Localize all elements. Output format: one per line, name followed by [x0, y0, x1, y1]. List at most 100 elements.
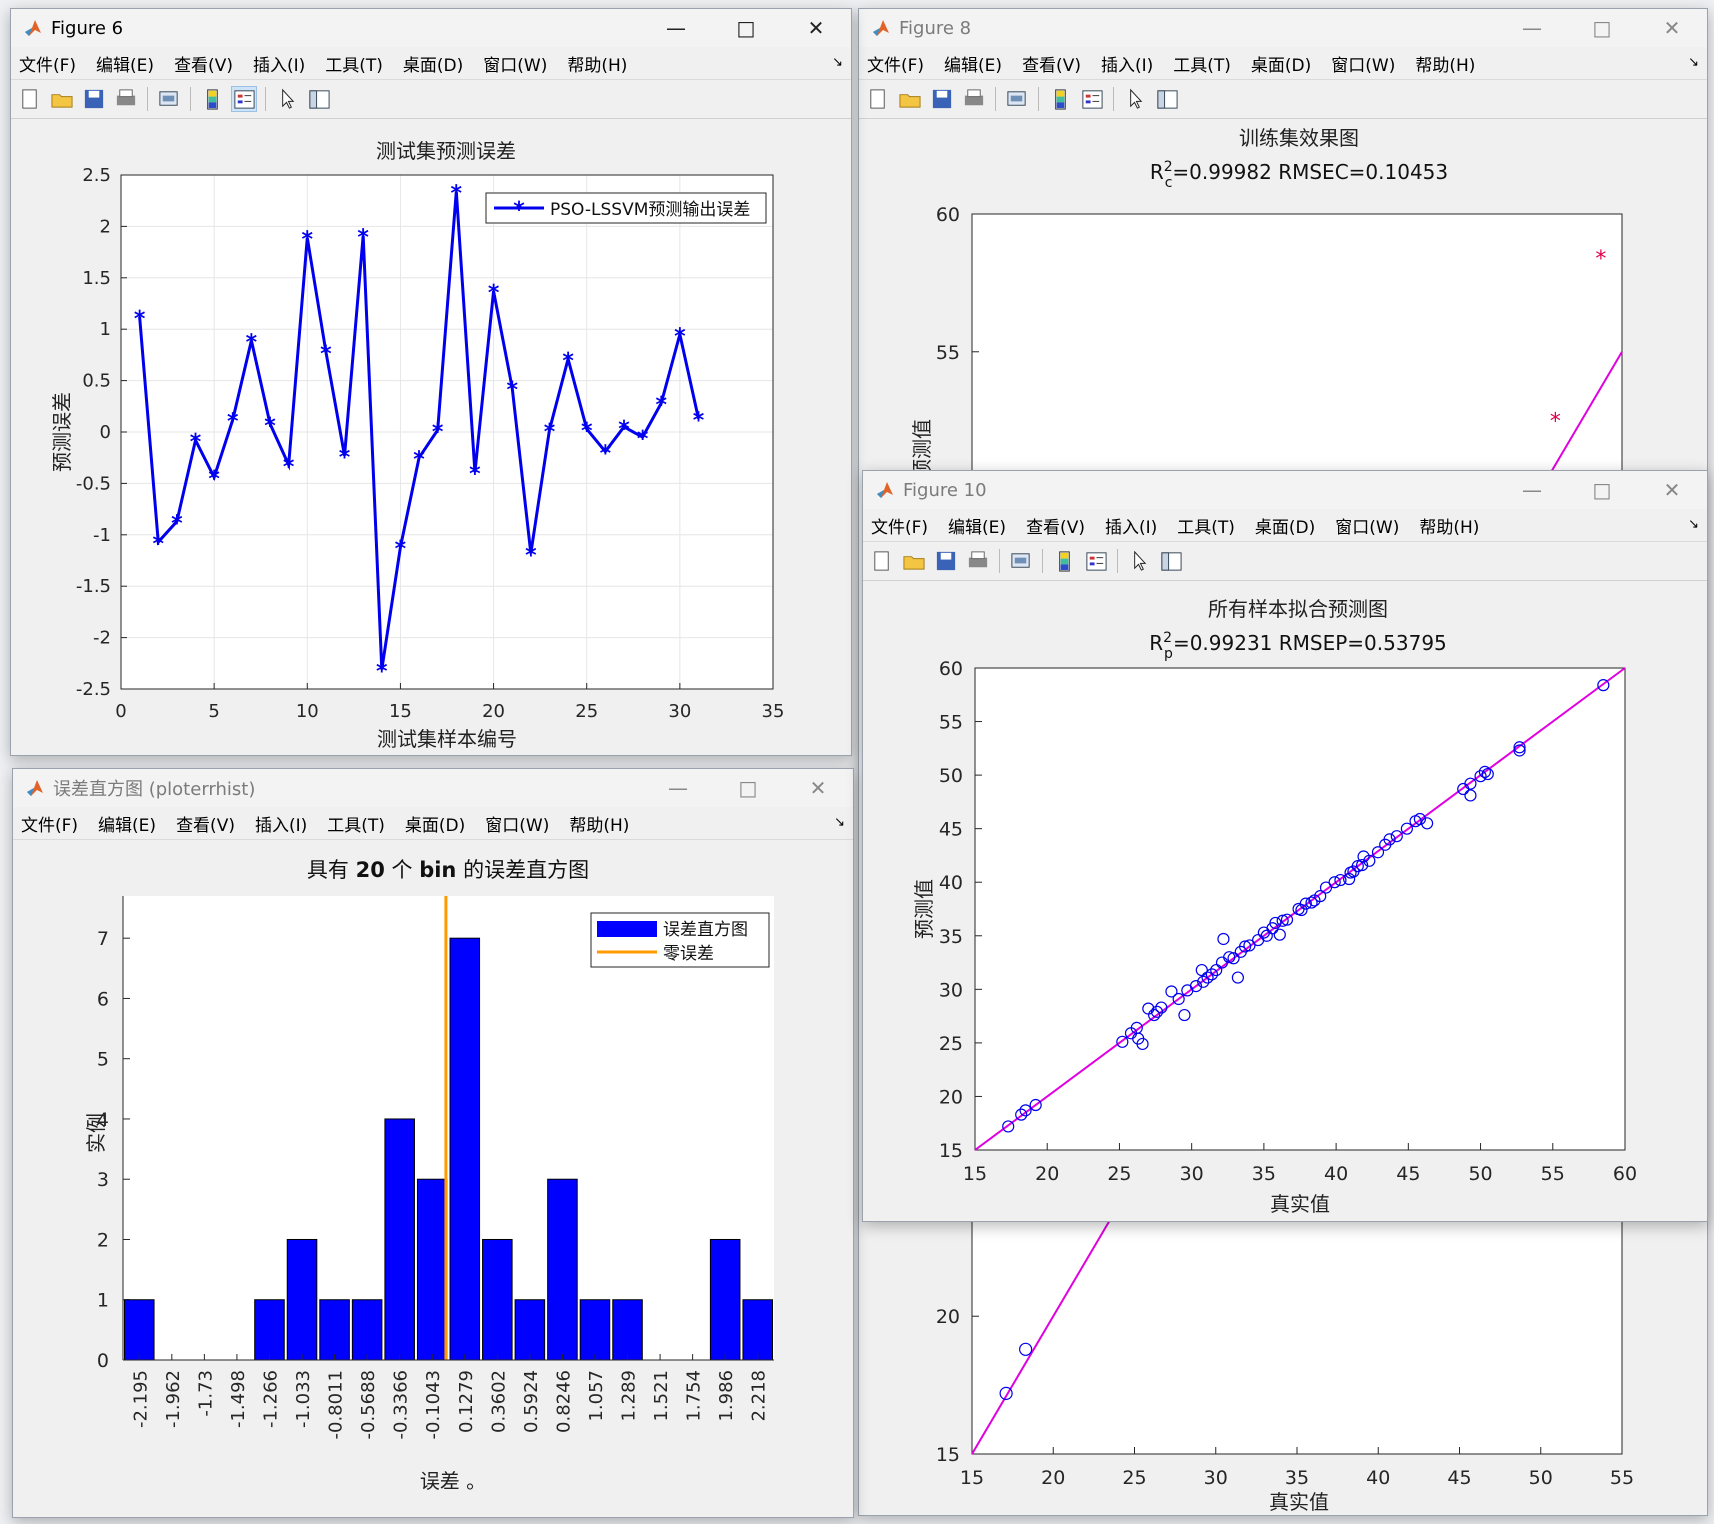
- menu-file[interactable]: 文件(F): [867, 51, 924, 76]
- close-button[interactable]: ✕: [783, 769, 853, 807]
- menu-insert[interactable]: 插入(I): [253, 51, 305, 76]
- menu-file[interactable]: 文件(F): [19, 51, 76, 76]
- menu-view[interactable]: 查看(V): [1026, 513, 1085, 538]
- minimize-button[interactable]: —: [1497, 471, 1567, 509]
- menu-view[interactable]: 查看(V): [176, 811, 235, 836]
- pointer-icon: [282, 88, 295, 109]
- minimize-button[interactable]: —: [643, 769, 713, 807]
- close-button[interactable]: ✕: [781, 9, 851, 47]
- menu-window[interactable]: 窗口(W): [483, 51, 547, 76]
- open-folder-button[interactable]: [897, 86, 923, 112]
- x-tick-label: 55: [1541, 1163, 1565, 1185]
- error-histogram-chart: 具有 20 个 bin 的误差直方图 76543210-2.195 -1.962-…: [84, 858, 774, 1493]
- histogram-titlebar[interactable]: 误差直方图 (ploterrhist) — □ ✕: [13, 769, 853, 807]
- minimize-button[interactable]: —: [641, 9, 711, 47]
- menu-help[interactable]: 帮助(H): [569, 811, 629, 836]
- colorbar-button[interactable]: [199, 86, 225, 112]
- legend-marker-swatch: *: [513, 198, 525, 223]
- legend-button[interactable]: [1083, 548, 1109, 574]
- property-editor-button[interactable]: [1154, 86, 1180, 112]
- maximize-button[interactable]: □: [711, 9, 781, 47]
- menu-insert[interactable]: 插入(I): [1105, 513, 1157, 538]
- menu-window[interactable]: 窗口(W): [1335, 513, 1399, 538]
- link-plot-button[interactable]: [1008, 548, 1034, 574]
- y-tick-label: -2: [93, 628, 111, 649]
- menu-tools[interactable]: 工具(T): [1177, 513, 1235, 538]
- close-button[interactable]: ✕: [1637, 471, 1707, 509]
- y-tick-label: -1.5: [76, 576, 111, 597]
- x-tick-label: -1.73: [195, 1370, 216, 1417]
- y-tick-label: 20: [939, 1086, 963, 1108]
- legend-icon: [1086, 552, 1107, 571]
- menu-desktop[interactable]: 桌面(D): [403, 51, 463, 76]
- menu-window[interactable]: 窗口(W): [1331, 51, 1395, 76]
- menu-file[interactable]: 文件(F): [871, 513, 928, 538]
- open-folder-button[interactable]: [49, 86, 75, 112]
- maximize-button[interactable]: □: [1567, 9, 1637, 47]
- menu-desktop[interactable]: 桌面(D): [1251, 51, 1311, 76]
- save-button[interactable]: [929, 86, 955, 112]
- dock-arrow-icon[interactable]: ↘: [834, 815, 845, 830]
- pointer-button[interactable]: [1126, 548, 1152, 574]
- error-histogram-window[interactable]: 误差直方图 (ploterrhist) — □ ✕ 文件(F) 编辑(E) 查看…: [12, 768, 854, 1518]
- link-plot-button[interactable]: [156, 86, 182, 112]
- print-button[interactable]: [961, 86, 987, 112]
- menu-desktop[interactable]: 桌面(D): [1255, 513, 1315, 538]
- figure10-titlebar[interactable]: Figure 10 — □ ✕: [863, 471, 1707, 509]
- maximize-button[interactable]: □: [713, 769, 783, 807]
- x-tick-label: 30: [668, 701, 691, 722]
- save-button[interactable]: [81, 86, 107, 112]
- error-point-marker: *: [562, 349, 574, 374]
- menu-tools[interactable]: 工具(T): [1173, 51, 1231, 76]
- menu-help[interactable]: 帮助(H): [567, 51, 627, 76]
- pointer-button[interactable]: [1122, 86, 1148, 112]
- figure8-titlebar[interactable]: Figure 8 — □ ✕: [859, 9, 1707, 47]
- menu-help[interactable]: 帮助(H): [1415, 51, 1475, 76]
- dock-arrow-icon[interactable]: ↘: [1688, 55, 1699, 70]
- property-editor-button[interactable]: [1158, 548, 1184, 574]
- figure6-window[interactable]: Figure 6 — □ ✕ 文件(F) 编辑(E) 查看(V) 插入(I) 工…: [10, 8, 852, 756]
- menu-desktop[interactable]: 桌面(D): [405, 811, 465, 836]
- legend-button[interactable]: [1079, 86, 1105, 112]
- legend-button[interactable]: [231, 86, 257, 112]
- x-tick-label: 60: [1613, 1163, 1637, 1185]
- link-plot-button[interactable]: [1004, 86, 1030, 112]
- colorbar-button[interactable]: [1047, 86, 1073, 112]
- new-file-button[interactable]: [869, 548, 895, 574]
- menu-file[interactable]: 文件(F): [21, 811, 78, 836]
- print-button[interactable]: [113, 86, 139, 112]
- close-button[interactable]: ✕: [1637, 9, 1707, 47]
- menu-help[interactable]: 帮助(H): [1419, 513, 1479, 538]
- menu-window[interactable]: 窗口(W): [485, 811, 549, 836]
- menu-tools[interactable]: 工具(T): [327, 811, 385, 836]
- y-tick-label: 60: [939, 658, 963, 680]
- x-tick-label: 35: [762, 701, 785, 722]
- colorbar-button[interactable]: [1051, 548, 1077, 574]
- error-point-marker: *: [320, 342, 332, 367]
- menu-tools[interactable]: 工具(T): [325, 51, 383, 76]
- dock-arrow-icon[interactable]: ↘: [832, 55, 843, 70]
- save-button[interactable]: [933, 548, 959, 574]
- new-file-button[interactable]: [17, 86, 43, 112]
- menu-edit[interactable]: 编辑(E): [944, 51, 1002, 76]
- open-folder-button[interactable]: [901, 548, 927, 574]
- menu-edit[interactable]: 编辑(E): [98, 811, 156, 836]
- property-editor-button[interactable]: [306, 86, 332, 112]
- menu-view[interactable]: 查看(V): [174, 51, 233, 76]
- error-point-marker: *: [544, 420, 556, 445]
- x-tick-label: 25: [575, 701, 598, 722]
- print-button[interactable]: [965, 548, 991, 574]
- menu-insert[interactable]: 插入(I): [1101, 51, 1153, 76]
- open-folder-icon: [51, 94, 73, 108]
- dock-arrow-icon[interactable]: ↘: [1688, 517, 1699, 532]
- minimize-button[interactable]: —: [1497, 9, 1567, 47]
- new-file-button[interactable]: [865, 86, 891, 112]
- menu-edit[interactable]: 编辑(E): [96, 51, 154, 76]
- menu-insert[interactable]: 插入(I): [255, 811, 307, 836]
- menu-view[interactable]: 查看(V): [1022, 51, 1081, 76]
- menu-edit[interactable]: 编辑(E): [948, 513, 1006, 538]
- figure6-titlebar[interactable]: Figure 6 — □ ✕: [11, 9, 851, 47]
- figure10-window[interactable]: Figure 10 — □ ✕ 文件(F) 编辑(E) 查看(V) 插入(I) …: [862, 470, 1708, 1222]
- pointer-button[interactable]: [274, 86, 300, 112]
- maximize-button[interactable]: □: [1567, 471, 1637, 509]
